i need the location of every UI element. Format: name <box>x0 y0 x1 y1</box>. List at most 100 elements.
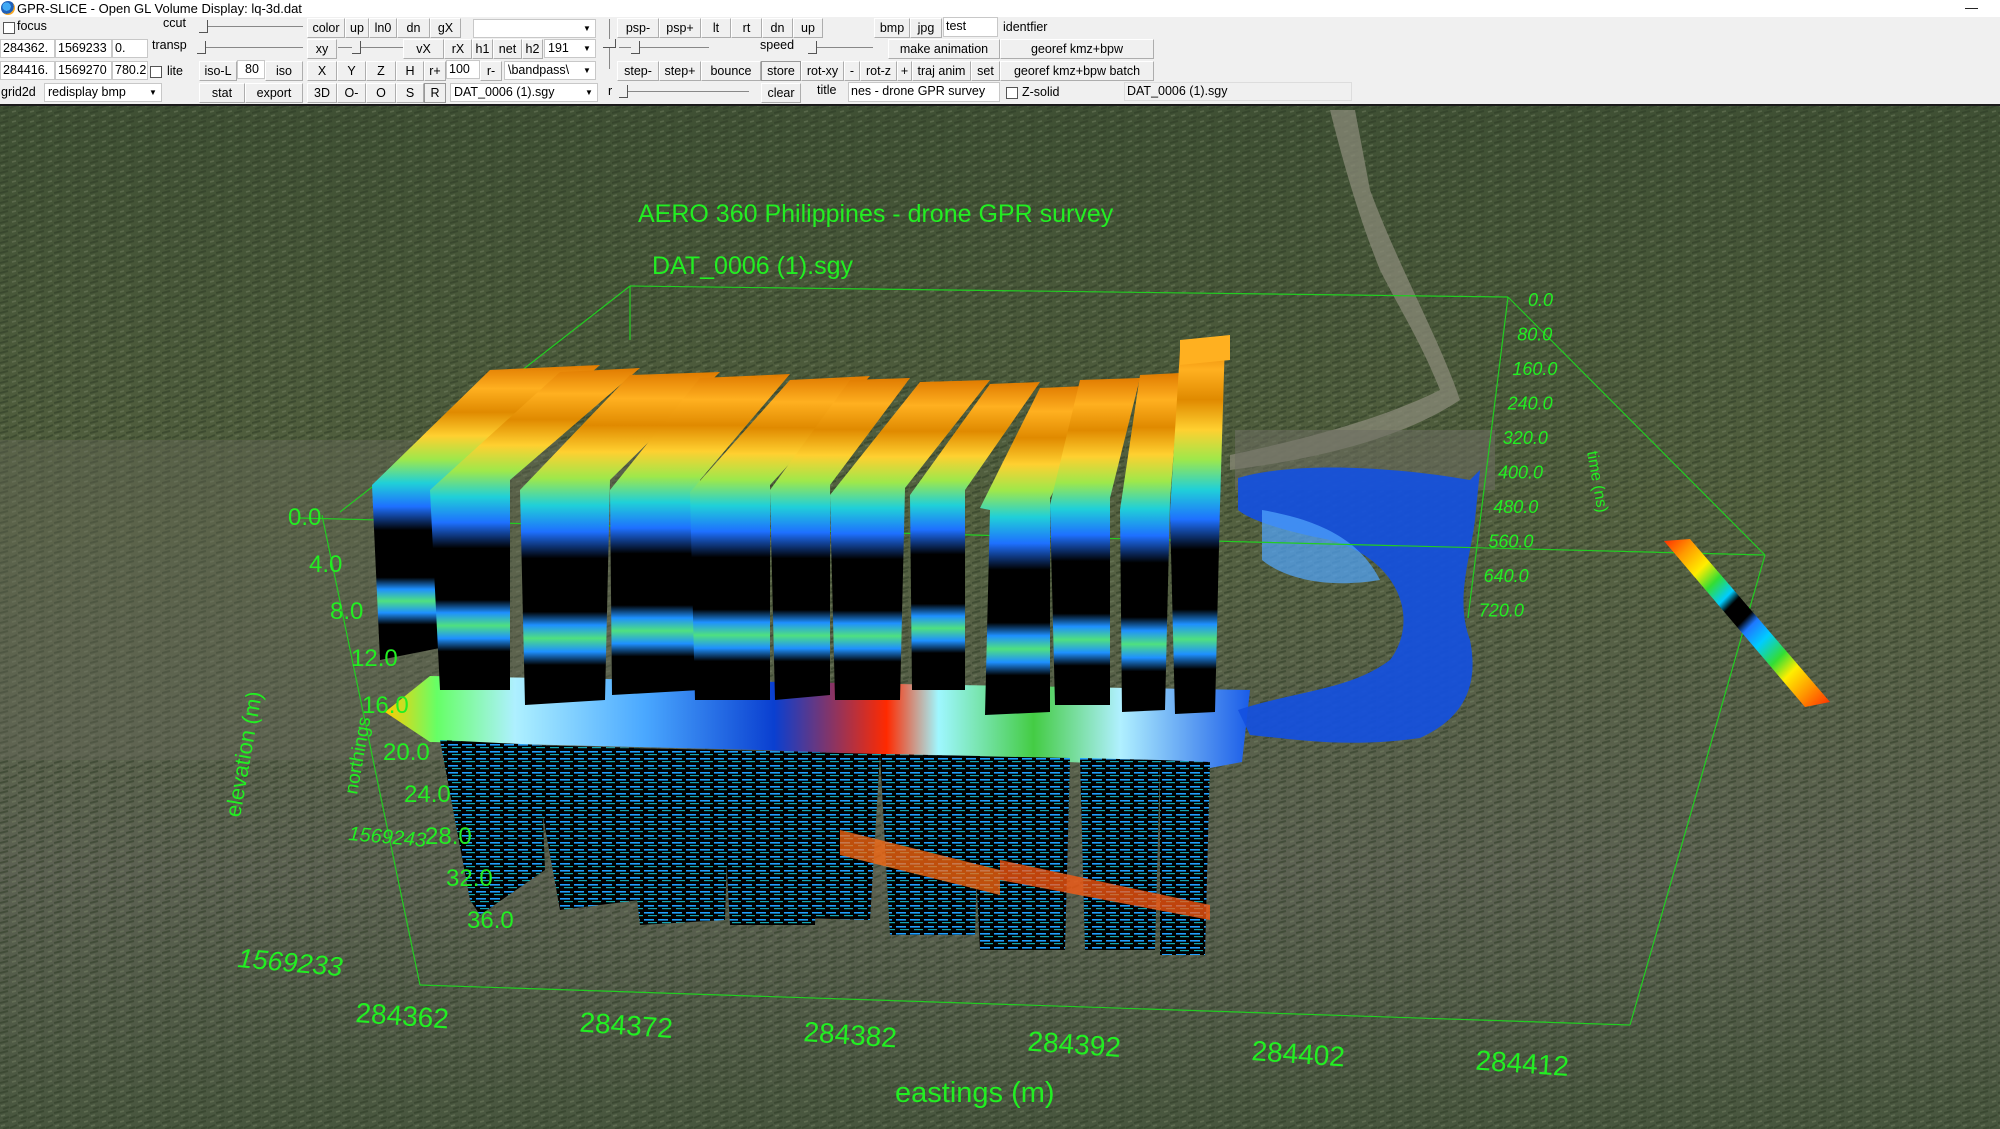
psp-minus-button[interactable]: psp- <box>617 18 659 38</box>
h-button[interactable]: H <box>396 61 424 81</box>
x-button[interactable]: X <box>307 61 337 81</box>
speed-left-slider[interactable] <box>619 41 709 55</box>
step-minus-button[interactable]: step- <box>617 61 659 81</box>
ccut-slider[interactable] <box>199 20 303 34</box>
r-slider[interactable] <box>619 85 749 99</box>
scene-subtitle: DAT_0006 (1).sgy <box>652 252 854 280</box>
time-tick-7: 560.0 <box>1488 532 1533 552</box>
display-mode-select[interactable]: ▼ <box>473 19 596 38</box>
h2-select[interactable]: 191 ▼ <box>544 39 596 58</box>
elevation-tick-9: 36.0 <box>467 907 514 934</box>
iso-button[interactable]: iso <box>265 61 303 81</box>
jpg-button[interactable]: jpg <box>910 18 942 38</box>
iso-l-button[interactable]: iso-L <box>199 61 237 81</box>
up-button[interactable]: up <box>345 18 369 38</box>
identifier-input[interactable]: test <box>943 17 998 37</box>
transp-slider[interactable] <box>197 41 303 55</box>
r-value-input[interactable]: 100 <box>446 60 480 79</box>
r-plus-button[interactable]: r+ <box>424 61 446 81</box>
stat-button[interactable]: stat <box>199 83 245 103</box>
opengl-3d-viewport[interactable]: AERO 360 Philippines - drone GPR survey … <box>0 106 2000 1129</box>
xy-slider[interactable] <box>338 41 403 55</box>
dn-button[interactable]: dn <box>397 18 430 38</box>
dn-view-button[interactable]: dn <box>762 18 793 38</box>
h1-button[interactable]: h1 <box>472 39 493 59</box>
georef-kmz-bpw-button[interactable]: georef kmz+bpw <box>1000 39 1154 59</box>
lite-checkbox[interactable] <box>150 66 162 78</box>
iso-value-input[interactable]: 80 <box>237 60 265 79</box>
bmp-button[interactable]: bmp <box>874 18 910 38</box>
elevation-tick-0: 0.0 <box>288 504 321 531</box>
current-file-display: DAT_0006 (1).sgy <box>1124 82 1352 101</box>
minimize-icon[interactable]: — <box>1965 0 1978 15</box>
clear-button[interactable]: clear <box>761 83 801 103</box>
o-button[interactable]: O <box>366 83 396 103</box>
max-x-input[interactable]: 284416. <box>0 61 55 80</box>
transp-label: transp <box>152 38 187 52</box>
chevron-down-icon: ▼ <box>149 88 157 97</box>
step-plus-button[interactable]: step+ <box>659 61 701 81</box>
set-button[interactable]: set <box>971 61 1000 81</box>
z-solid-checkbox[interactable] <box>1006 87 1018 99</box>
easting-tick-2: 284382 <box>803 1016 898 1053</box>
focus-checkbox[interactable] <box>3 22 15 34</box>
filter-select[interactable]: \bandpass\ ▼ <box>504 61 596 80</box>
z-button[interactable]: Z <box>366 61 396 81</box>
3d-button[interactable]: 3D <box>307 83 337 103</box>
rot-z-button[interactable]: rot-z <box>860 61 897 81</box>
min-y-input[interactable]: 1569233 <box>55 39 112 58</box>
rot-xy-button[interactable]: rot-xy <box>801 61 844 81</box>
bounce-button[interactable]: bounce <box>701 61 761 81</box>
lt-button[interactable]: lt <box>701 18 731 38</box>
min-x-input[interactable]: 284362. <box>0 39 55 58</box>
speed-slider[interactable] <box>808 41 873 55</box>
r-minus-button[interactable]: r- <box>480 61 502 81</box>
psp-plus-button[interactable]: psp+ <box>659 18 701 38</box>
time-tick-9: 720.0 <box>1479 601 1524 621</box>
r-button[interactable]: R <box>424 83 446 103</box>
xy-button[interactable]: xy <box>307 39 337 59</box>
title-input[interactable]: nes - drone GPR survey <box>848 82 1000 102</box>
up-view-button[interactable]: up <box>793 18 823 38</box>
net-button[interactable]: net <box>493 39 522 59</box>
gx-button[interactable]: gX <box>430 18 461 38</box>
identifier-label: identfier <box>1003 20 1048 34</box>
min-z-input[interactable]: 0. <box>112 39 148 58</box>
easting-tick-0: 284362 <box>355 997 450 1034</box>
max-z-input[interactable]: 780.2 <box>112 61 148 80</box>
make-animation-button[interactable]: make animation <box>888 39 1000 59</box>
file-select[interactable]: DAT_0006 (1).sgy ▼ <box>450 83 598 102</box>
redisplay-select[interactable]: redisplay bmp ▼ <box>44 83 162 102</box>
chevron-down-icon: ▼ <box>583 24 591 33</box>
max-y-input[interactable]: 1569270 <box>55 61 112 80</box>
easting-tick-4: 284402 <box>1251 1035 1346 1072</box>
store-button[interactable]: store <box>761 61 801 81</box>
export-button[interactable]: export <box>245 83 303 103</box>
speed-label: speed <box>760 38 795 52</box>
chevron-down-icon: ▼ <box>585 88 593 97</box>
elevation-tick-4: 16.0 <box>362 692 409 719</box>
s-button[interactable]: S <box>396 83 424 103</box>
ccut-label: ccut <box>163 16 186 30</box>
time-tick-4: 320.0 <box>1503 428 1548 448</box>
traj-anim-button[interactable]: traj anim <box>912 61 971 81</box>
rx-button[interactable]: rX <box>444 39 472 59</box>
title-label: title <box>817 83 837 97</box>
radargram-fence-upper <box>372 335 1230 715</box>
h2-value: 191 <box>548 41 569 55</box>
color-button[interactable]: color <box>307 18 345 38</box>
scene-svg[interactable]: AERO 360 Philippines - drone GPR survey … <box>0 106 2000 1129</box>
r-slider-label: r <box>608 84 613 98</box>
o-minus-button[interactable]: O- <box>337 83 366 103</box>
title-bar: GPR-SLICE - Open GL Volume Display: lq-3… <box>0 0 2000 17</box>
georef-batch-button[interactable]: georef kmz+bpw batch <box>1000 61 1154 81</box>
elevation-tick-3: 12.0 <box>351 645 398 672</box>
minus-button[interactable]: - <box>844 61 860 81</box>
ln0-button[interactable]: ln0 <box>369 18 397 38</box>
vx-button[interactable]: vX <box>403 39 444 59</box>
rt-button[interactable]: rt <box>731 18 762 38</box>
y-button[interactable]: Y <box>337 61 366 81</box>
vertical-slider[interactable] <box>603 19 617 69</box>
plus-button[interactable]: + <box>897 61 912 81</box>
h2-button[interactable]: h2 <box>522 39 543 59</box>
